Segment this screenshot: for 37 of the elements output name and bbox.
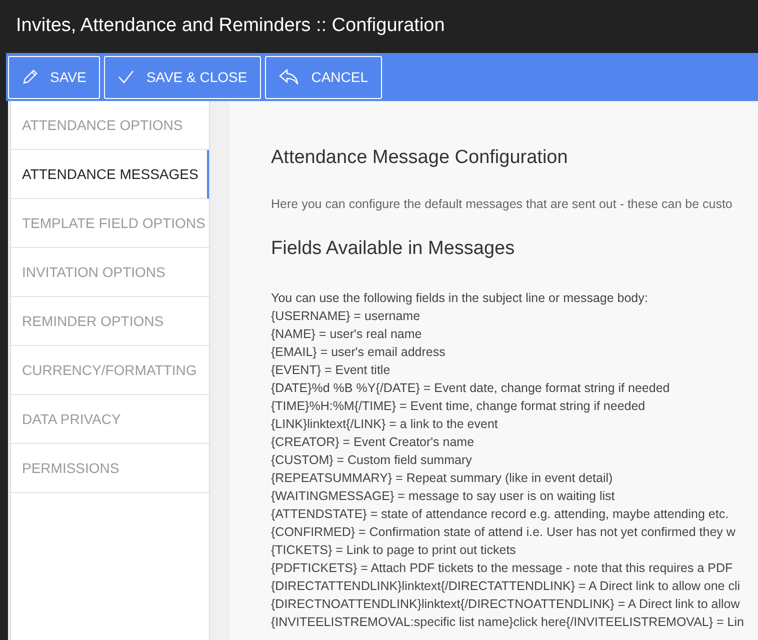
field-description: {TICKETS} = Link to page to print out tickets <box>271 542 516 559</box>
field-description: {WAITINGMESSAGE} = message to say user is on waiting list <box>271 488 615 505</box>
field-description: {TIME}%H:%M{/TIME} = Event time, change format string if needed <box>271 398 646 415</box>
field-description: {REPEATSUMMARY} = Repeat summary (like in event detail) <box>271 470 613 487</box>
field-description: {DIRECTATTENDLINK}linktext{/DIRECTATTENDLINK} = A Direct link to allow one cli <box>271 578 740 595</box>
sidebar-item[interactable]: ATTENDANCE OPTIONS <box>11 101 209 150</box>
field-description: {PDFTICKETS} = Attach PDF tickets to the message - note that this requires a PDF <box>271 560 733 577</box>
sidebar-item[interactable]: PERMISSIONS <box>11 444 209 493</box>
field-description: {INVITEELISTREMOVAL:specific list name}click here{/INVITEELISTREMOVAL} = Lin <box>271 614 744 631</box>
field-description: {USERNAME} = username <box>271 308 420 325</box>
field-description: {CUSTOM} = Custom field summary <box>271 452 472 469</box>
sidebar-item[interactable]: DATA PRIVACY <box>11 395 209 444</box>
pencil-icon <box>22 69 38 85</box>
sidebar-item[interactable]: INVITATION OPTIONS <box>11 248 209 297</box>
field-description: {NAME} = user's real name <box>271 326 422 343</box>
sidebar-item[interactable]: CURRENCY/FORMATTING <box>11 346 209 395</box>
toolbar-button[interactable]: SAVE <box>8 56 100 98</box>
field-description: {EVENT} = Event title <box>271 362 390 379</box>
sidebar-item[interactable]: REMINDER OPTIONS <box>11 297 209 346</box>
field-description: {EMAIL} = user's email address <box>271 344 446 361</box>
section-heading: Attendance Message Configuration <box>271 146 569 170</box>
field-description: {ATTENDSTATE} = state of attendance record e.g. attending, maybe attending etc. <box>271 506 729 523</box>
sidebar-item[interactable]: ATTENDANCE MESSAGES <box>11 150 209 199</box>
window-title: Invites, Attendance and Reminders :: Configuration <box>16 14 445 38</box>
checkmark-icon <box>118 70 134 84</box>
reply-arrow-icon <box>279 69 300 85</box>
field-description: {CREATOR} = Event Creator's name <box>271 434 474 451</box>
section-heading: Fields Available in Messages <box>271 237 516 262</box>
field-description: You can use the following fields in the subject line or message body: <box>271 290 648 307</box>
toolbar-button[interactable]: SAVE & CLOSE <box>104 56 262 98</box>
field-description: {LINK}linktext{/LINK} = a link to the event <box>271 416 498 433</box>
sidebar-item[interactable]: TEMPLATE FIELD OPTIONS <box>11 199 209 248</box>
field-description: {CONFIRMED} = Confirmation state of attend i.e. User has not yet confirmed they w <box>271 524 736 541</box>
field-description: {DATE}%d %B %Y{/DATE} = Event date, change format string if needed <box>271 380 670 397</box>
field-description: {DIRECTNOATTENDLINK}linktext{/DIRECTNOATTENDLINK} = A Direct link to allow <box>271 596 740 613</box>
toolbar-button[interactable]: CANCEL <box>265 56 382 98</box>
intro-text: Here you can configure the default messages that are sent out - these can be custo <box>271 196 734 213</box>
